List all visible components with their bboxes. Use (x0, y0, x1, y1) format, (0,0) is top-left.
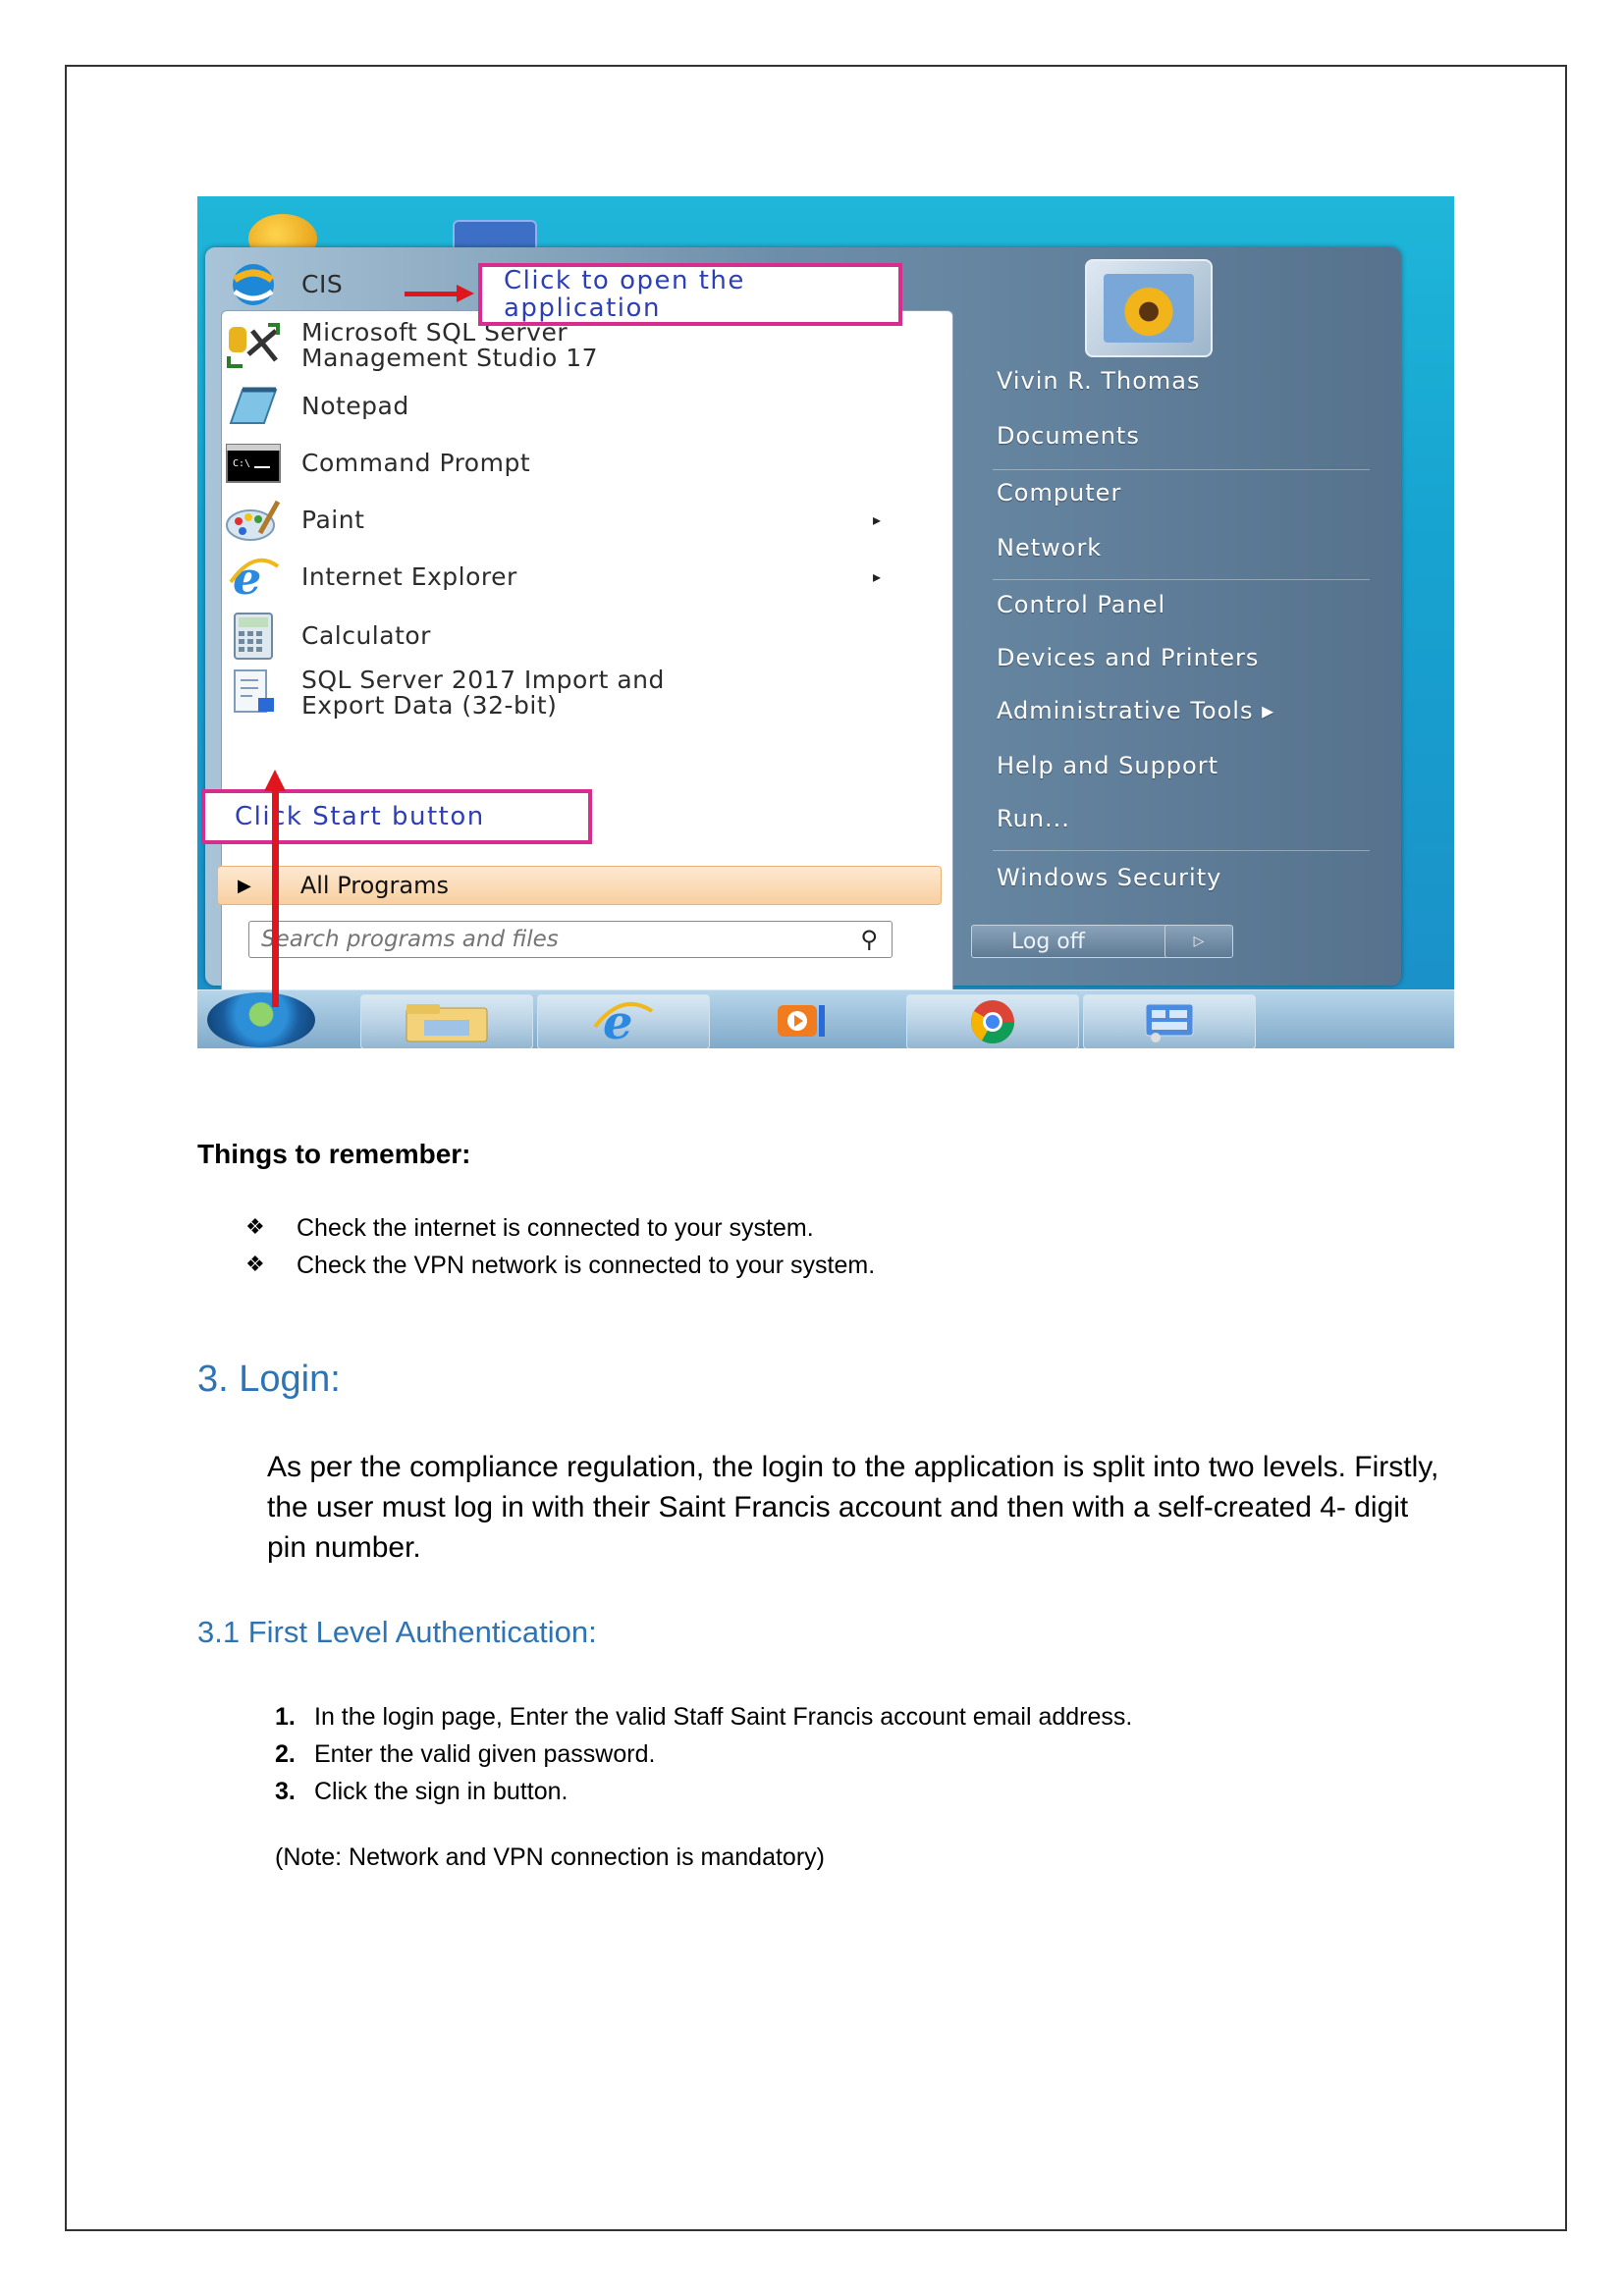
right-item-administrative-tools[interactable]: Administrative Tools ▸ (997, 697, 1274, 724)
list-item: 2. Enter the valid given password. (275, 1740, 656, 1768)
right-item-user[interactable]: Vivin R. Thomas (997, 367, 1201, 395)
log-off-button[interactable]: Log off ▷ (971, 925, 1233, 958)
paint-submenu-arrow[interactable]: ▸ (873, 510, 881, 530)
program-item-cis[interactable]: CIS (211, 261, 343, 308)
right-item-help-and-support[interactable]: Help and Support (997, 752, 1218, 779)
taskbar: e (197, 989, 1454, 1048)
internet-explorer-submenu-arrow[interactable]: ▸ (873, 567, 881, 587)
list-item: 1. In the login page, Enter the valid St… (275, 1703, 1133, 1731)
separator (993, 579, 1370, 580)
program-item-internet-explorer[interactable]: e Internet Explorer (211, 553, 517, 602)
internet-explorer-icon[interactable]: e (537, 994, 710, 1048)
all-programs-arrow-icon: ▶ (238, 875, 251, 895)
search-icon[interactable]: ⚲ (860, 926, 878, 954)
list-item: ❖ Check the internet is connected to you… (245, 1209, 875, 1247)
control-panel-icon[interactable] (1083, 994, 1256, 1048)
callout-open-application: Click to open the application (478, 263, 902, 326)
bullet-icon: ❖ (245, 1215, 265, 1240)
internet-explorer-icon: e (225, 553, 282, 602)
start-menu-screenshot: CIS Microsoft SQL Server Management Stud… (197, 196, 1454, 1048)
start-orb-icon[interactable] (207, 992, 315, 1047)
bullet-icon: ❖ (245, 1253, 265, 1277)
right-item-network[interactable]: Network (997, 534, 1102, 561)
red-arrow-right (405, 292, 461, 296)
list-item: 3. Click the sign in button. (275, 1778, 568, 1805)
right-item-control-panel[interactable]: Control Panel (997, 591, 1165, 618)
program-item-sql-management-studio[interactable]: Microsoft SQL Server Management Studio 1… (211, 320, 598, 371)
red-arrow-up (272, 785, 279, 1007)
media-player-icon[interactable] (714, 994, 885, 1047)
program-item-paint[interactable]: Paint (211, 497, 364, 544)
program-item-sql-import-export[interactable]: SQL Server 2017 Import and Export Data (… (211, 667, 665, 719)
svg-text:C:\: C:\ (233, 458, 250, 469)
sql-import-export-icon (225, 669, 282, 717)
search-box[interactable]: ⚲ (248, 921, 893, 958)
separator (993, 469, 1370, 470)
all-programs-button[interactable]: ▶ All Programs (217, 866, 942, 905)
login-paragraph: As per the compliance regulation, the lo… (267, 1451, 1439, 1564)
notepad-icon (225, 383, 282, 430)
things-to-remember-list: ❖ Check the internet is connected to you… (245, 1209, 875, 1284)
sunflower-picture (1104, 274, 1194, 343)
first-level-heading: 3.1 First Level Authentication: (197, 1615, 597, 1649)
red-arrow-up-head (264, 770, 286, 791)
program-item-notepad[interactable]: Notepad (211, 383, 409, 430)
program-item-command-prompt[interactable]: C:\ Command Prompt (211, 440, 530, 487)
user-avatar[interactable] (1085, 259, 1213, 357)
command-prompt-icon: C:\ (225, 440, 282, 487)
calculator-icon (225, 613, 282, 660)
log-off-options-button[interactable]: ▷ (1164, 925, 1233, 958)
search-input[interactable] (259, 922, 813, 957)
right-item-windows-security[interactable]: Windows Security (997, 864, 1221, 891)
program-item-calculator[interactable]: Calculator (211, 613, 431, 660)
paint-icon (225, 497, 282, 544)
right-item-devices-and-printers[interactable]: Devices and Printers (997, 644, 1259, 671)
sql-management-studio-icon (225, 322, 282, 369)
file-explorer-icon[interactable] (360, 994, 533, 1048)
login-heading: 3. Login: (197, 1359, 341, 1400)
separator (993, 850, 1370, 851)
chrome-icon[interactable] (906, 994, 1079, 1048)
list-item: ❖ Check the VPN network is connected to … (245, 1247, 875, 1284)
right-item-computer[interactable]: Computer (997, 479, 1121, 507)
cis-app-icon (225, 261, 282, 308)
note-text: (Note: Network and VPN connection is man… (275, 1843, 825, 1871)
right-item-run[interactable]: Run... (997, 805, 1070, 832)
right-item-documents[interactable]: Documents (997, 422, 1140, 450)
first-level-steps: 1. In the login page, Enter the valid St… (275, 1698, 1132, 1810)
callout-start-button: Click Start button (201, 789, 592, 844)
things-to-remember-heading: Things to remember: (197, 1139, 471, 1169)
red-arrow-right-head (457, 285, 474, 302)
